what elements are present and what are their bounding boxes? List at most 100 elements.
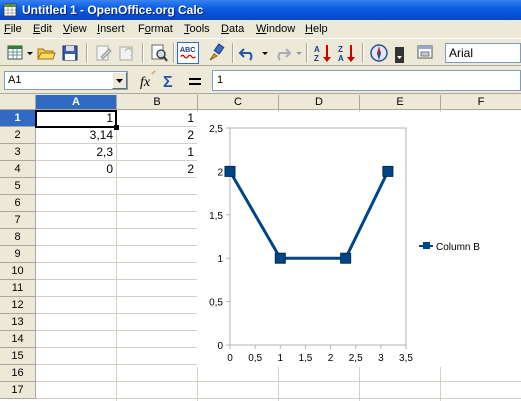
x-tick-label: 1 (278, 353, 284, 364)
cell-cursor[interactable] (35, 110, 119, 130)
redo-button[interactable] (271, 42, 293, 64)
row-header-16[interactable]: 16 (0, 365, 36, 382)
cell-a3[interactable]: 2,3 (36, 144, 116, 161)
spellcheck-icon: ABC (180, 45, 196, 59)
row-header-6[interactable]: 6 (0, 195, 36, 212)
chart-background[interactable] (197, 112, 521, 367)
cell-b3[interactable]: 1 (117, 144, 197, 161)
y-tick-label: 2 (217, 167, 223, 178)
name-box-input[interactable]: A1 (4, 71, 128, 90)
cell-a2[interactable]: 3,14 (36, 127, 116, 144)
gridline (36, 381, 521, 382)
row-header-11[interactable]: 11 (0, 280, 36, 297)
x-tick-label: 0,5 (248, 353, 262, 364)
menu-window[interactable]: Window (256, 22, 295, 36)
save-disk-icon (62, 45, 78, 61)
sort-descending-icon: Z A (338, 45, 355, 63)
y-tick-label: 1 (217, 254, 223, 265)
row-header-5[interactable]: 5 (0, 178, 36, 195)
svg-text:A: A (338, 54, 344, 63)
toolbar-separator (142, 43, 144, 63)
row-header-4[interactable]: 4 (0, 161, 36, 178)
menu-format[interactable]: Format (138, 22, 173, 36)
name-box-dropdown-button[interactable] (112, 72, 127, 89)
menu-data[interactable]: Data (221, 22, 244, 36)
sort-descending-button[interactable]: Z A (336, 42, 358, 64)
column-header-d[interactable]: D (279, 95, 360, 110)
cell-b4[interactable]: 2 (117, 161, 197, 178)
toolbar-separator (173, 43, 175, 63)
cell-a4[interactable]: 0 (36, 161, 116, 178)
x-tick-label: 2,5 (349, 353, 363, 364)
data-point-marker (340, 252, 352, 264)
title-bar: Untitled 1 - OpenOffice.org Calc (0, 0, 521, 20)
row-header-10[interactable]: 10 (0, 263, 36, 280)
row-header-13[interactable]: 13 (0, 314, 36, 331)
toolbar-overflow-button[interactable] (395, 47, 404, 63)
function-button[interactable] (184, 70, 206, 92)
legend-marker (423, 242, 430, 249)
new-dropdown-icon[interactable] (27, 49, 33, 57)
menu-help[interactable]: Help (305, 22, 328, 36)
page-preview-button[interactable] (148, 42, 170, 64)
sort-ascending-button[interactable]: A Z (312, 42, 334, 64)
column-header-e[interactable]: E (360, 95, 441, 110)
cell-b2[interactable]: 2 (117, 127, 197, 144)
column-header-b[interactable]: B (117, 95, 198, 110)
styles-button[interactable] (414, 42, 436, 64)
line-chart[interactable]: 0 0,5 1 1,5 2 2,5 0 0,5 1 1,5 2 2,5 3 3,5 Column B (197, 112, 521, 367)
calc-app-icon (3, 3, 17, 17)
menu-bar: File Edit View Insert Format Tools Data Window H… (0, 20, 521, 38)
row-header-12[interactable]: 12 (0, 297, 36, 314)
row-header-14[interactable]: 14 (0, 331, 36, 348)
column-header-c[interactable]: C (198, 95, 279, 110)
row-header-3[interactable]: 3 (0, 144, 36, 161)
menu-tools[interactable]: Tools (184, 22, 210, 36)
row-header-7[interactable]: 7 (0, 212, 36, 229)
row-header-15[interactable]: 15 (0, 348, 36, 365)
select-all-corner[interactable] (0, 95, 36, 110)
x-tick-label: 3 (378, 353, 384, 364)
row-header-1[interactable]: 1 (0, 110, 36, 127)
x-tick-label: 0 (227, 353, 233, 364)
spellcheck-button[interactable]: ABC (177, 42, 199, 64)
row-header-9[interactable]: 9 (0, 246, 36, 263)
paintbrush-icon (209, 43, 225, 61)
formula-input-line[interactable]: 1 (212, 70, 521, 91)
column-header-f[interactable]: F (441, 95, 521, 110)
function-wizard-button[interactable]: fx (137, 70, 159, 92)
undo-button[interactable] (237, 42, 259, 64)
menu-insert[interactable]: Insert (97, 22, 125, 36)
sum-button[interactable]: Σ (160, 70, 182, 92)
row-header-8[interactable]: 8 (0, 229, 36, 246)
spreadsheet-grid[interactable]: A B C D E F 1 2 3 4 5 6 7 8 9 10 11 12 13 14 15 16 17 1 3,14 2,3 0… (0, 95, 521, 401)
save-button[interactable] (59, 42, 81, 64)
data-point-marker (224, 165, 236, 177)
redo-dropdown-icon[interactable] (296, 49, 302, 57)
sort-ascending-icon: A Z (314, 45, 331, 63)
menu-view[interactable]: View (63, 22, 87, 36)
undo-dropdown-icon[interactable] (262, 49, 268, 57)
cell-b1[interactable]: 1 (117, 110, 197, 127)
open-button[interactable] (35, 42, 57, 64)
svg-text:Σ: Σ (163, 74, 173, 91)
y-tick-label: 0,5 (209, 298, 223, 309)
edit-file-icon (96, 45, 112, 61)
navigator-button[interactable] (368, 42, 390, 64)
menu-file[interactable]: File (4, 22, 22, 36)
edit-file-button[interactable] (92, 42, 114, 64)
column-header-a[interactable]: A (36, 95, 117, 110)
styles-window-icon (417, 45, 433, 59)
clone-formatting-button[interactable] (205, 42, 227, 64)
fill-handle[interactable] (114, 125, 119, 130)
row-header-2[interactable]: 2 (0, 127, 36, 144)
row-header-17[interactable]: 17 (0, 382, 36, 399)
new-document-button[interactable] (4, 42, 26, 64)
export-pdf-button[interactable] (116, 42, 138, 64)
y-tick-label: 0 (217, 341, 223, 352)
new-spreadsheet-icon (7, 45, 23, 60)
font-name-input[interactable]: Arial (445, 43, 521, 63)
menu-edit[interactable]: Edit (33, 22, 52, 36)
chevron-down-icon (397, 56, 402, 59)
chevron-down-icon (116, 79, 123, 83)
